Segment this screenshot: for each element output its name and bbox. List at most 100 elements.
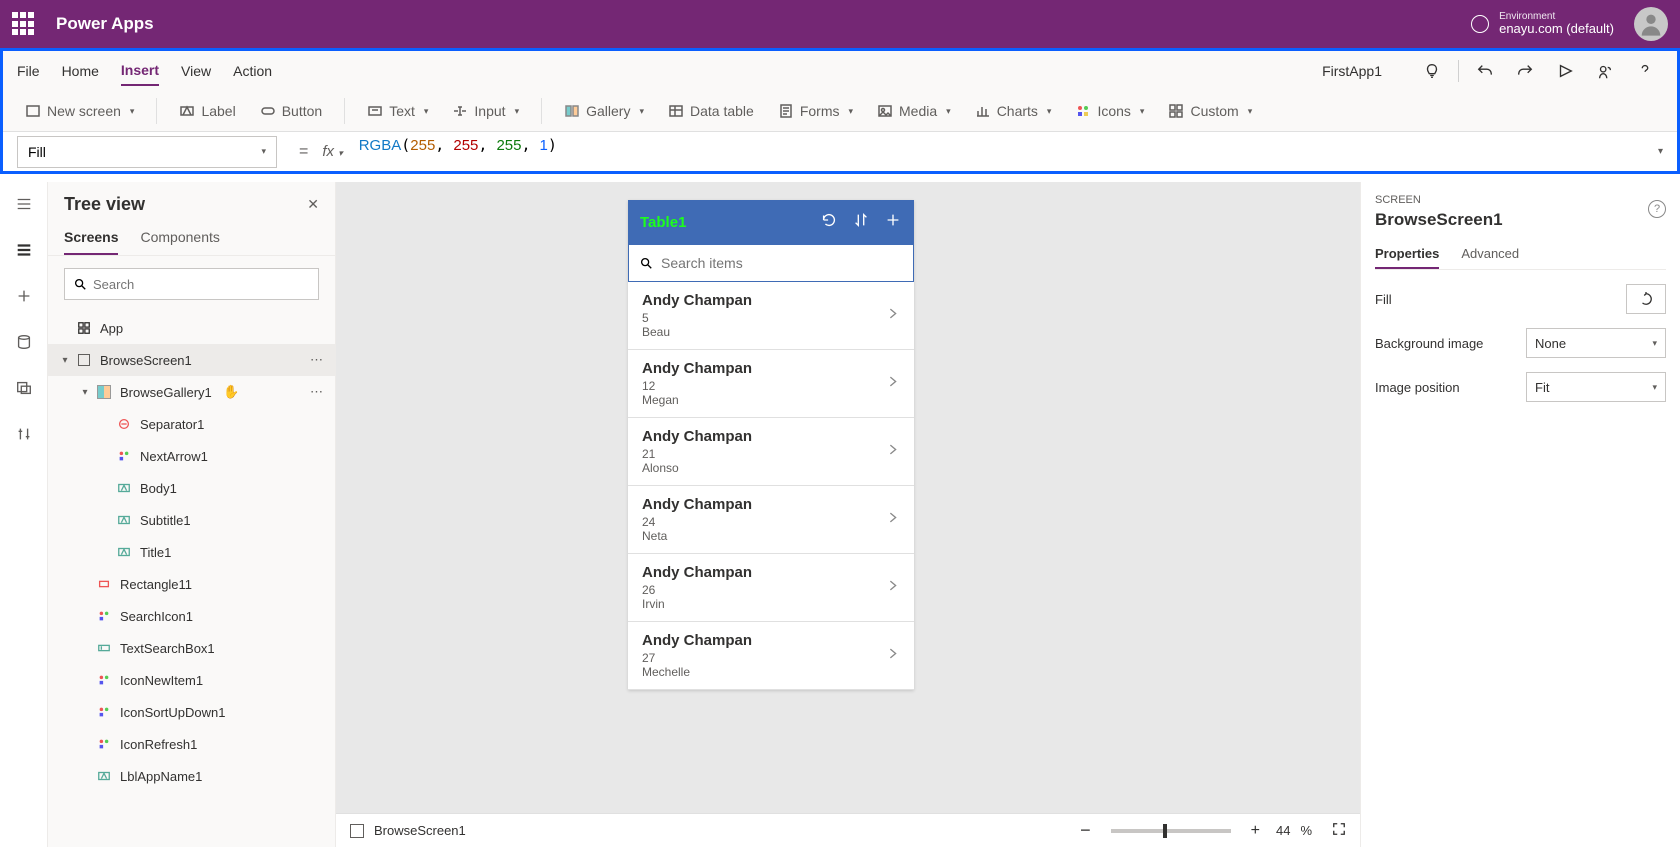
share-icon[interactable]: [1587, 53, 1623, 89]
preview-icon[interactable]: [1547, 53, 1583, 89]
button-button[interactable]: Button: [252, 99, 330, 123]
rail-insert-icon[interactable]: [12, 284, 36, 308]
refresh-icon[interactable]: [820, 211, 838, 234]
fx-button[interactable]: fx ▾: [316, 143, 348, 160]
chevron-right-icon[interactable]: [886, 646, 900, 665]
tree-node-textsearchbox1[interactable]: TextSearchBox1: [48, 632, 335, 664]
tree-node-body1[interactable]: Body1: [48, 472, 335, 504]
prop-bgimage-label: Background image: [1375, 336, 1483, 351]
charts-button[interactable]: Charts▾: [967, 99, 1060, 123]
tree-search-box[interactable]: [64, 268, 319, 300]
text-button[interactable]: Text▾: [359, 99, 436, 123]
tab-screens[interactable]: Screens: [64, 221, 118, 255]
canvas[interactable]: Table1 Andy Champan5BeauAndy Champan12Me…: [336, 182, 1360, 847]
forms-button[interactable]: Forms▾: [770, 99, 861, 123]
tree-node-nextarrow1[interactable]: NextArrow1: [48, 440, 335, 472]
tab-components[interactable]: Components: [140, 221, 219, 255]
tree-node-browsescreen1[interactable]: ▾BrowseScreen1⋯: [48, 344, 335, 376]
menu-action[interactable]: Action: [233, 57, 272, 85]
redo-icon[interactable]: [1507, 53, 1543, 89]
phone-search-input[interactable]: [661, 255, 903, 271]
prop-help-icon[interactable]: ?: [1648, 200, 1666, 218]
add-icon[interactable]: [884, 211, 902, 234]
tree-node-iconrefresh1[interactable]: IconRefresh1: [48, 728, 335, 760]
gallery-item[interactable]: Andy Champan21Alonso: [628, 418, 914, 486]
tree-node-title1[interactable]: Title1: [48, 536, 335, 568]
brand-name: Power Apps: [56, 14, 154, 34]
menu-insert[interactable]: Insert: [121, 56, 159, 86]
new-screen-button[interactable]: New screen▾: [17, 99, 142, 123]
media-button[interactable]: Media▾: [869, 99, 959, 123]
tree-node-separator1[interactable]: Separator1: [48, 408, 335, 440]
zoom-slider[interactable]: [1111, 829, 1231, 833]
app-checker-icon[interactable]: [1414, 53, 1450, 89]
data-table-button[interactable]: Data table: [660, 99, 762, 123]
tree-node-browsegallery1[interactable]: ▾BrowseGallery1⋯✋: [48, 376, 335, 408]
chevron-right-icon[interactable]: [886, 442, 900, 461]
menu-file[interactable]: File: [17, 57, 40, 85]
tree-node-subtitle1[interactable]: Subtitle1: [48, 504, 335, 536]
gallery-item[interactable]: Andy Champan12Megan: [628, 350, 914, 418]
sort-icon[interactable]: [852, 211, 870, 234]
rail-hamburger-icon[interactable]: [12, 192, 36, 216]
rail-tree-view-icon[interactable]: [12, 238, 36, 262]
tree-node-searchicon1[interactable]: SearchIcon1: [48, 600, 335, 632]
zoom-in-button[interactable]: +: [1251, 822, 1260, 840]
input-button[interactable]: Input▾: [444, 99, 527, 123]
imgpos-select[interactable]: Fit▾: [1526, 372, 1666, 402]
property-selector[interactable]: Fill▾: [17, 136, 277, 168]
custom-button[interactable]: Custom▾: [1160, 99, 1260, 123]
tree-view-panel: Tree view ✕ Screens Components App▾Brows…: [48, 182, 336, 847]
fill-color-button[interactable]: [1626, 284, 1666, 314]
undo-icon[interactable]: [1467, 53, 1503, 89]
chevron-right-icon[interactable]: [886, 374, 900, 393]
app-launcher-icon[interactable]: [12, 12, 36, 36]
chevron-right-icon[interactable]: [886, 510, 900, 529]
insert-ribbon: New screen▾ Label Button Text▾ Input▾ Ga…: [3, 91, 1677, 131]
tree-search-input[interactable]: [93, 277, 310, 292]
screen-icon: [350, 824, 364, 838]
tree-tabs: Screens Components: [48, 221, 335, 256]
expand-formula-icon[interactable]: ▾: [1644, 146, 1677, 157]
formula-input[interactable]: RGBA(255, 255, 255, 1): [349, 136, 1644, 168]
fit-to-window-icon[interactable]: [1332, 822, 1346, 839]
chevron-right-icon[interactable]: [886, 578, 900, 597]
tree-node-rectangle11[interactable]: Rectangle11: [48, 568, 335, 600]
menu-home[interactable]: Home: [62, 57, 99, 85]
rail-data-icon[interactable]: [12, 330, 36, 354]
phone-preview[interactable]: Table1 Andy Champan5BeauAndy Champan12Me…: [628, 200, 914, 690]
close-panel-icon[interactable]: ✕: [307, 196, 319, 213]
gallery-item[interactable]: Andy Champan5Beau: [628, 282, 914, 350]
bgimage-select[interactable]: None▾: [1526, 328, 1666, 358]
zoom-out-button[interactable]: −: [1080, 820, 1091, 841]
gallery-button[interactable]: Gallery▾: [556, 99, 652, 123]
tree-node-iconsortupdown1[interactable]: IconSortUpDown1: [48, 696, 335, 728]
tab-properties[interactable]: Properties: [1375, 240, 1439, 269]
menu-view[interactable]: View: [181, 57, 211, 85]
phone-header: Table1: [628, 200, 914, 244]
status-bar: BrowseScreen1 − + 44 %: [336, 813, 1360, 847]
user-avatar[interactable]: [1634, 7, 1668, 41]
phone-search[interactable]: [628, 244, 914, 282]
gallery-item[interactable]: Andy Champan27Mechelle: [628, 622, 914, 690]
formula-bar: Fill▾ = fx ▾ RGBA(255, 255, 255, 1) ▾: [3, 131, 1677, 171]
tree-node-iconnewitem1[interactable]: IconNewItem1: [48, 664, 335, 696]
chevron-right-icon[interactable]: [886, 306, 900, 325]
label-button[interactable]: Label: [171, 99, 243, 123]
icons-button[interactable]: Icons▾: [1067, 99, 1152, 123]
status-screen-name: BrowseScreen1: [374, 823, 466, 838]
tab-advanced[interactable]: Advanced: [1461, 240, 1519, 269]
environment-picker[interactable]: Environment enayu.com (default): [1471, 11, 1614, 36]
environment-label: Environment: [1499, 11, 1614, 22]
zoom-pct: %: [1300, 823, 1312, 838]
tree-node-app[interactable]: App: [48, 312, 335, 344]
left-rail: [0, 182, 48, 847]
phone-title: Table1: [640, 214, 806, 231]
menubar: File Home Insert View Action FirstApp1: [3, 51, 1677, 91]
gallery-item[interactable]: Andy Champan26Irvin: [628, 554, 914, 622]
tree-node-lblappname1[interactable]: LblAppName1: [48, 760, 335, 792]
gallery-item[interactable]: Andy Champan24Neta: [628, 486, 914, 554]
rail-advanced-tools-icon[interactable]: [12, 422, 36, 446]
help-icon[interactable]: [1627, 53, 1663, 89]
rail-media-icon[interactable]: [12, 376, 36, 400]
